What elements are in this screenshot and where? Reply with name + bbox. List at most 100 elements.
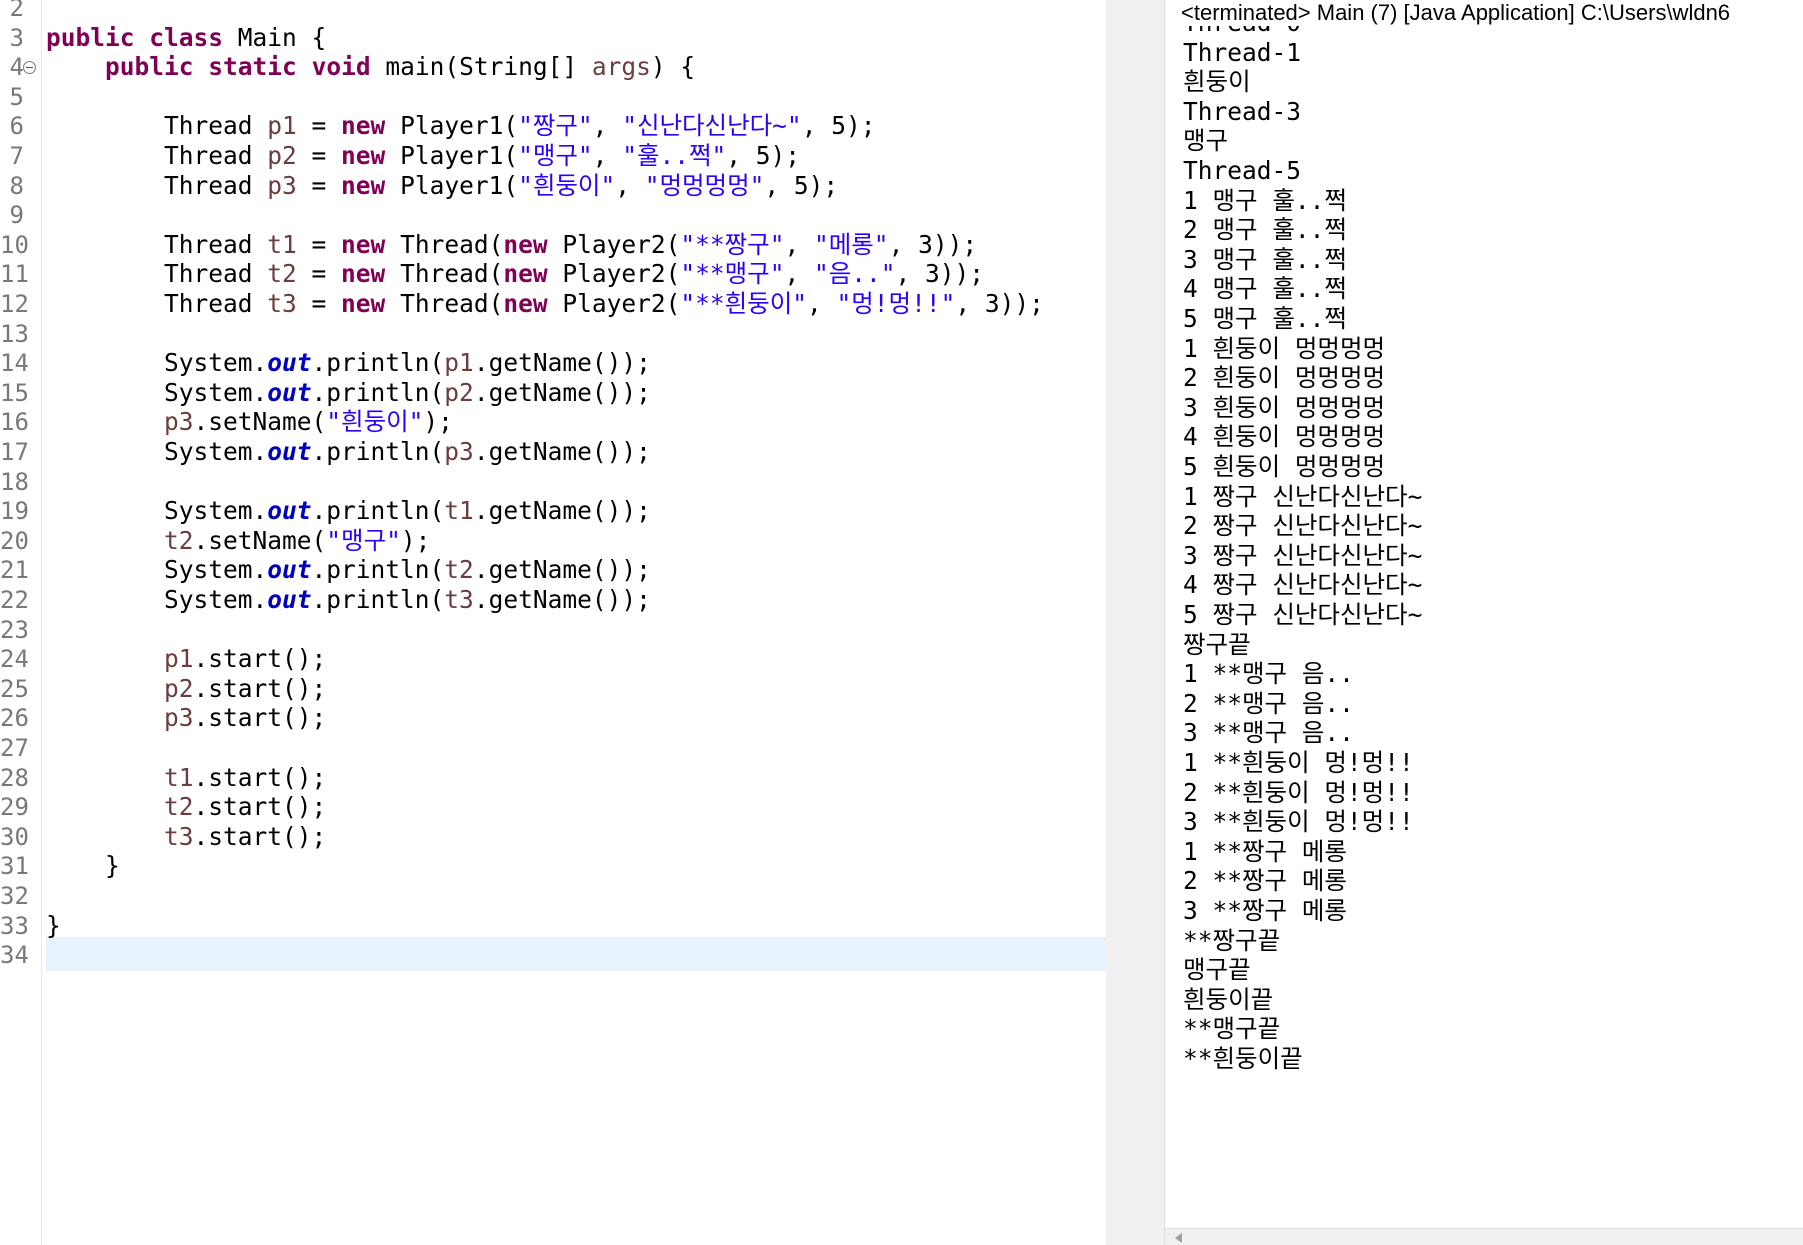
line-number: 34 xyxy=(0,941,29,970)
console-view[interactable]: <terminated> Main (7) [Java Application]… xyxy=(1164,0,1803,1245)
code-token: .setName( xyxy=(193,525,327,555)
line-number-gutter: 2 3 4 5 6 7 8 9 10 11 12 13 14 15 16 17 18 19 20 21 22 23 24 25… xyxy=(0,0,42,1245)
code-token: out xyxy=(267,377,312,407)
code-token: .println( xyxy=(311,585,445,614)
code-token: Player1( xyxy=(385,170,519,200)
code-line[interactable]: p3.start(); xyxy=(46,701,326,735)
code-line[interactable]: Thread p3 = new Player1("흰둥이", "멍멍멍멍", 5… xyxy=(46,169,838,203)
code-token: = xyxy=(296,289,342,318)
code-token: t2 xyxy=(444,555,474,585)
code-token: System. xyxy=(46,496,268,526)
view-divider[interactable] xyxy=(1106,0,1164,1245)
code-token: public xyxy=(105,52,194,82)
code-token: new xyxy=(341,141,386,170)
code-token: .getName()); xyxy=(473,585,651,614)
code-token: .start(); xyxy=(193,673,327,703)
code-token: p1 xyxy=(267,111,297,141)
code-token: = xyxy=(296,170,342,200)
code-token: Thread( xyxy=(385,289,504,318)
code-token: Thread xyxy=(46,229,268,259)
code-token: t1 xyxy=(444,496,474,526)
horizontal-scrollbar[interactable] xyxy=(1165,1228,1803,1245)
code-token: , xyxy=(615,170,645,200)
code-token: p3 xyxy=(164,703,194,733)
code-token: .getName()); xyxy=(473,496,651,526)
code-token: out xyxy=(267,555,312,585)
code-token: "**흰둥이" xyxy=(680,289,807,318)
code-token: } xyxy=(46,851,120,881)
code-token: out xyxy=(267,496,312,526)
scroll-left-arrow-icon[interactable] xyxy=(1175,1233,1182,1243)
code-token: main(String[] xyxy=(370,52,592,82)
code-token: p1 xyxy=(444,348,474,378)
code-token: "**맹구" xyxy=(680,259,785,289)
code-line[interactable]: System.out.println(p3.getName()); xyxy=(46,435,651,469)
code-token: t3 xyxy=(444,585,474,614)
fold-collapse-icon[interactable] xyxy=(23,61,36,75)
code-token: .println( xyxy=(311,496,445,526)
code-line[interactable]: Thread t3 = new Thread(new Player2("**흰둥… xyxy=(46,287,1044,321)
code-token: Thread xyxy=(46,141,268,170)
code-token: p3 xyxy=(164,407,194,437)
code-token: t3 xyxy=(164,821,194,851)
code-token: "맹구" xyxy=(518,141,593,170)
code-token: .start(); xyxy=(193,821,327,851)
code-token: System. xyxy=(46,555,268,585)
code-line[interactable]: public static void main(String[] args) { xyxy=(46,50,695,84)
code-token: t1 xyxy=(267,229,297,259)
code-token: .getName()); xyxy=(473,377,651,407)
code-editor[interactable]: 2 3 4 5 6 7 8 9 10 11 12 13 14 15 16 17 18 19 20 21 22 23 24 25… xyxy=(0,0,1106,1245)
console-process-title: <terminated> Main (7) [Java Application]… xyxy=(1165,0,1803,26)
code-token: , 5); xyxy=(801,111,876,141)
code-token: out xyxy=(267,437,312,466)
code-token: p1 xyxy=(164,644,194,674)
code-token: .start(); xyxy=(193,792,327,822)
code-line[interactable]: } xyxy=(46,909,61,943)
code-token: .start(); xyxy=(193,644,327,674)
code-token: void xyxy=(311,52,371,82)
code-token: Thread xyxy=(46,170,268,200)
code-token: static xyxy=(208,52,297,82)
code-token: .println( xyxy=(311,555,445,585)
code-token: .start(); xyxy=(193,762,327,792)
code-line[interactable]: } xyxy=(46,849,120,883)
code-token: p2 xyxy=(164,673,194,703)
code-token: Player2( xyxy=(547,259,681,289)
code-token: , xyxy=(592,111,623,141)
code-token: .getName()); xyxy=(473,348,651,378)
code-token: "메롱" xyxy=(813,229,889,259)
console-output-line: **흰둥이끝 xyxy=(1183,1044,1303,1073)
code-token: Main { xyxy=(223,22,327,52)
code-token: .getName()); xyxy=(473,555,651,585)
code-token: out xyxy=(267,348,312,378)
code-token: Thread xyxy=(46,259,268,289)
code-token: .println( xyxy=(311,437,445,466)
code-token: "멍!멍!!" xyxy=(836,289,956,318)
code-token: Player1( xyxy=(385,141,519,170)
code-token: , xyxy=(806,289,837,318)
code-token: = xyxy=(296,229,342,259)
code-token: , 3)); xyxy=(955,289,1044,318)
code-line[interactable]: System.out.println(t3.getName()); xyxy=(46,583,651,617)
code-token: = xyxy=(296,111,342,141)
code-token: ) { xyxy=(650,52,696,82)
code-token: "멍멍멍멍" xyxy=(644,170,765,200)
console-output[interactable]: Thread-0Thread-1흰둥이Thread-3맹구Thread-51 맹… xyxy=(1165,26,1803,1236)
code-token: t1 xyxy=(164,762,194,792)
code-token: , 5); xyxy=(764,170,839,200)
code-token: .start(); xyxy=(193,703,327,733)
code-token: Thread( xyxy=(385,259,504,289)
code-token: new xyxy=(503,289,548,318)
code-token: class xyxy=(149,22,224,52)
code-token: new xyxy=(341,229,386,259)
code-token: , 5); xyxy=(726,141,801,170)
code-token: "흰둥이" xyxy=(518,170,616,200)
code-token: new xyxy=(503,259,548,289)
